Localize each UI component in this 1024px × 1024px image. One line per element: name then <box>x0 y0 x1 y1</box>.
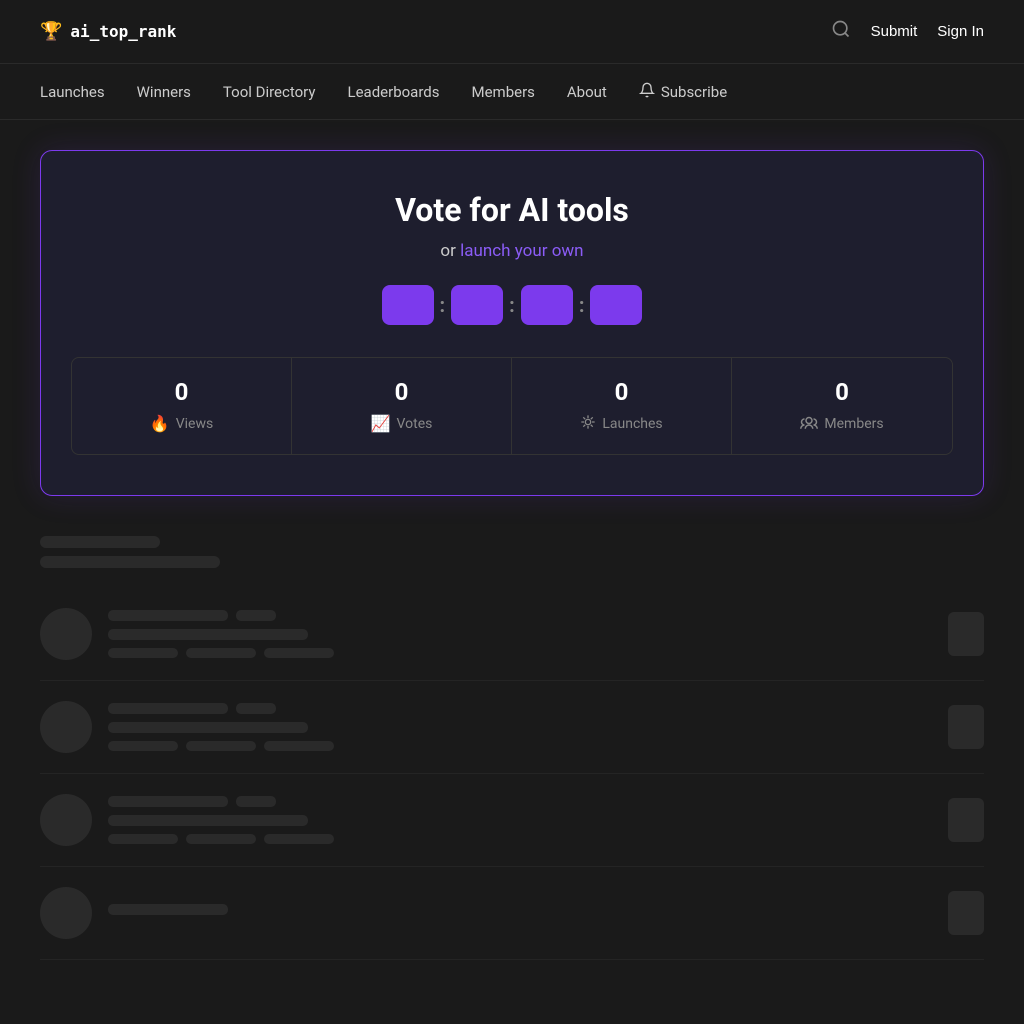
item-content <box>108 796 932 844</box>
list-items <box>40 588 984 960</box>
item-tag-3 <box>264 834 334 844</box>
item-tag-1 <box>108 741 178 751</box>
stat-votes-number: 0 <box>308 378 495 406</box>
item-title-skeleton <box>108 904 932 915</box>
rocket-icon <box>580 414 596 434</box>
item-tag-3 <box>264 741 334 751</box>
item-vote-button[interactable] <box>948 705 984 749</box>
stat-votes: 0 📈 Votes <box>292 358 512 454</box>
stat-members-label: Members <box>748 414 936 433</box>
submit-button[interactable]: Submit <box>871 23 918 40</box>
stat-members-number: 0 <box>748 378 936 406</box>
item-vote-button[interactable] <box>948 612 984 656</box>
item-avatar <box>40 701 92 753</box>
skeleton-line-2 <box>40 556 220 568</box>
item-tags <box>108 741 932 751</box>
stat-votes-label: 📈 Votes <box>308 414 495 433</box>
item-content <box>108 610 932 658</box>
countdown-sep-2: : <box>507 293 517 317</box>
logo-icon: 🏆 <box>40 21 62 42</box>
trending-icon: 📈 <box>371 414 391 433</box>
hero-subtitle: or launch your own <box>71 241 953 261</box>
item-avatar <box>40 794 92 846</box>
skeleton-desc <box>108 629 308 640</box>
skeleton-title-1 <box>108 703 228 714</box>
skeleton-desc <box>108 722 308 733</box>
header: 🏆 ai_top_rank Submit Sign In <box>0 0 1024 64</box>
stat-views-number: 0 <box>88 378 275 406</box>
list-item[interactable] <box>40 588 984 681</box>
item-vote-button[interactable] <box>948 891 984 935</box>
bell-icon <box>639 82 655 102</box>
countdown-sep-1: : <box>438 293 448 317</box>
main-content: Vote for AI tools or launch your own : :… <box>0 120 1024 990</box>
list-item[interactable] <box>40 867 984 960</box>
launch-link[interactable]: launch your own <box>460 241 583 261</box>
item-title-skeleton <box>108 703 932 714</box>
item-avatar <box>40 887 92 939</box>
nav-item-about[interactable]: About <box>567 83 607 101</box>
members-icon <box>800 414 818 433</box>
stats-grid: 0 🔥 Views 0 📈 Votes 0 <box>71 357 953 455</box>
stat-views: 0 🔥 Views <box>72 358 292 454</box>
skeleton-title-1 <box>108 610 228 621</box>
skeleton-title-2 <box>236 703 276 714</box>
list-item[interactable] <box>40 774 984 867</box>
skeleton-title-2 <box>236 610 276 621</box>
skeleton-title-1 <box>108 796 228 807</box>
skeleton-header <box>40 536 984 548</box>
hero-card: Vote for AI tools or launch your own : :… <box>40 150 984 496</box>
stat-views-label: 🔥 Views <box>88 414 275 433</box>
skeleton-title-2 <box>236 796 276 807</box>
stat-launches-number: 0 <box>528 378 715 406</box>
logo[interactable]: 🏆 ai_top_rank <box>40 21 176 42</box>
item-content <box>108 904 932 923</box>
nav-item-launches[interactable]: Launches <box>40 83 105 101</box>
navigation: Launches Winners Tool Directory Leaderbo… <box>0 64 1024 120</box>
item-tag-3 <box>264 648 334 658</box>
countdown-sep-3: : <box>577 293 587 317</box>
search-icon[interactable] <box>831 19 851 44</box>
header-right: Submit Sign In <box>831 19 984 44</box>
nav-item-tool-directory[interactable]: Tool Directory <box>223 83 316 101</box>
item-title-skeleton <box>108 610 932 621</box>
skeleton-line-1 <box>40 536 160 548</box>
countdown-seconds <box>521 285 573 325</box>
list-item[interactable] <box>40 681 984 774</box>
subtitle-prefix: or <box>440 241 455 261</box>
countdown-ms <box>590 285 642 325</box>
countdown-hours <box>382 285 434 325</box>
nav-item-members[interactable]: Members <box>471 83 534 101</box>
logo-text: ai_top_rank <box>70 22 176 41</box>
fire-icon: 🔥 <box>150 414 170 433</box>
item-tag-1 <box>108 834 178 844</box>
item-title-skeleton <box>108 796 932 807</box>
signin-button[interactable]: Sign In <box>937 23 984 40</box>
nav-item-winners[interactable]: Winners <box>137 83 191 101</box>
item-vote-button[interactable] <box>948 798 984 842</box>
stat-launches: 0 Launches <box>512 358 732 454</box>
item-tag-2 <box>186 834 256 844</box>
item-avatar <box>40 608 92 660</box>
stat-members: 0 Members <box>732 358 952 454</box>
skeleton-title-1 <box>108 904 228 915</box>
skeleton-desc <box>108 815 308 826</box>
item-tag-2 <box>186 741 256 751</box>
section-header-skeleton <box>40 536 984 568</box>
subscribe-label: Subscribe <box>661 83 727 101</box>
item-tags <box>108 648 932 658</box>
countdown: : : : <box>71 285 953 325</box>
item-content <box>108 703 932 751</box>
item-tag-2 <box>186 648 256 658</box>
nav-subscribe[interactable]: Subscribe <box>639 82 727 102</box>
countdown-minutes <box>451 285 503 325</box>
item-tag-1 <box>108 648 178 658</box>
item-tags <box>108 834 932 844</box>
stat-launches-label: Launches <box>528 414 715 434</box>
nav-item-leaderboards[interactable]: Leaderboards <box>348 83 440 101</box>
hero-title: Vote for AI tools <box>71 191 953 229</box>
